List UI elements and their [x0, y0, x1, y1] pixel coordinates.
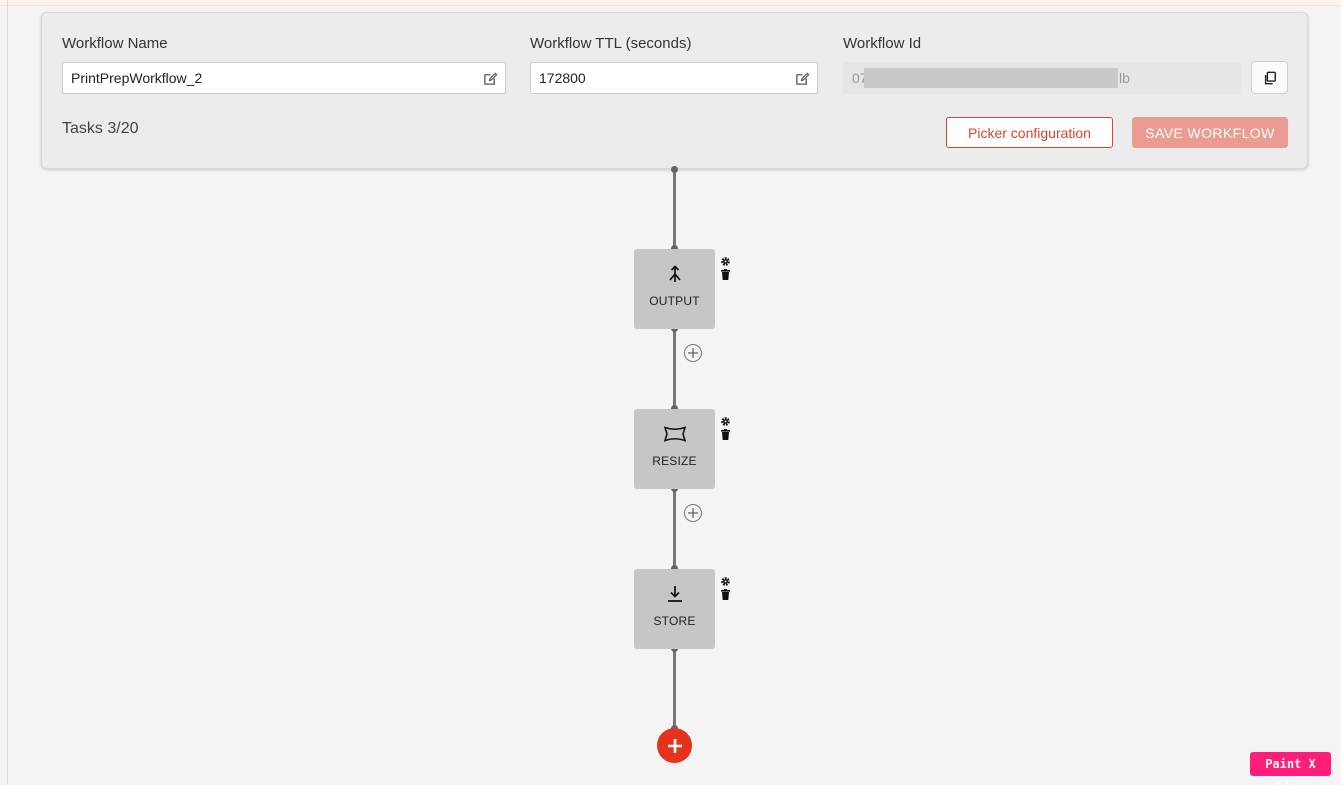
node-settings-button[interactable]: [719, 255, 731, 267]
plus-icon: [688, 348, 698, 358]
node-delete-button[interactable]: [719, 268, 731, 280]
merge-icon: [667, 263, 683, 285]
picker-configuration-button[interactable]: Picker configuration: [946, 117, 1113, 148]
insert-task-button[interactable]: [684, 504, 702, 522]
node-delete-button[interactable]: [719, 588, 731, 600]
workflow-name-label: Workflow Name: [62, 35, 168, 52]
node-tools: [719, 255, 731, 281]
node-tools: [719, 575, 731, 601]
top-strip: [0, 0, 1341, 6]
left-divider: [7, 0, 8, 785]
save-workflow-button[interactable]: SAVE WORKFLOW: [1132, 117, 1288, 148]
resize-icon: [663, 423, 686, 445]
workflow-ttl-edit-button[interactable]: [787, 62, 818, 94]
trash-icon: [720, 588, 730, 600]
tasks-count: Tasks 3/20: [62, 120, 139, 137]
gear-icon: [720, 256, 730, 266]
plus-icon: [667, 738, 682, 753]
node-settings-button[interactable]: [719, 575, 731, 587]
workflow-id-suffix: lb: [1119, 70, 1130, 86]
node-delete-button[interactable]: [719, 428, 731, 440]
workflow-ttl-label: Workflow TTL (seconds): [530, 35, 692, 52]
plus-icon: [688, 508, 698, 518]
workflow-name-input[interactable]: [62, 62, 476, 94]
edit-icon: [483, 71, 497, 85]
edit-icon: [795, 71, 809, 85]
download-icon: [667, 583, 683, 605]
connector-line: [673, 649, 676, 729]
connector-line: [673, 329, 676, 409]
copy-id-button[interactable]: [1251, 61, 1288, 94]
trash-icon: [720, 268, 730, 280]
task-node-label: RESIZE: [652, 454, 697, 468]
gear-icon: [720, 416, 730, 426]
workflow-name-edit-button[interactable]: [475, 62, 506, 94]
node-settings-button[interactable]: [719, 415, 731, 427]
add-task-button[interactable]: [657, 728, 692, 763]
workflow-id-field: 07 lb: [843, 62, 1241, 94]
workflow-id-label: Workflow Id: [843, 35, 922, 52]
task-node-output[interactable]: OUTPUT: [634, 249, 715, 329]
connector-dot: [671, 166, 678, 173]
trash-icon: [720, 428, 730, 440]
connector-line: [673, 489, 676, 569]
connector-line: [673, 169, 676, 249]
copy-icon: [1264, 71, 1276, 84]
node-tools: [719, 415, 731, 441]
workflow-header-panel: Workflow Name Workflow TTL (seconds) Wor…: [41, 12, 1308, 169]
task-node-label: OUTPUT: [649, 294, 700, 308]
task-node-store[interactable]: STORE: [634, 569, 715, 649]
task-node-label: STORE: [653, 614, 696, 628]
workflow-ttl-input[interactable]: [530, 62, 788, 94]
insert-task-button[interactable]: [684, 344, 702, 362]
paint-x-lite-badge: Paint X lite: [1250, 752, 1331, 785]
gear-icon: [720, 576, 730, 586]
workflow-id-redaction: [864, 68, 1118, 88]
task-node-resize[interactable]: RESIZE: [634, 409, 715, 489]
